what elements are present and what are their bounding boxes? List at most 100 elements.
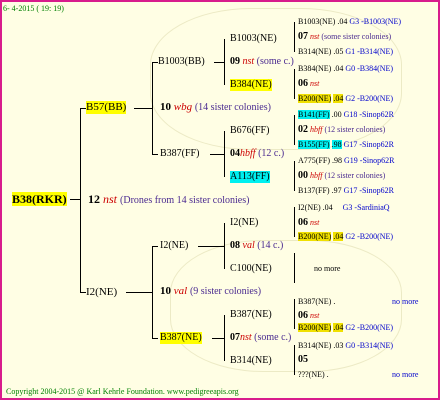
l4-code: G3 -SardiniaQ (342, 203, 390, 212)
l3c-name[interactable]: B676(FF) (230, 125, 269, 137)
l2b-note: (12 c.) (258, 148, 285, 159)
l4-gen: 06 (298, 310, 308, 321)
l4-value: .00 (331, 110, 342, 119)
l2b-mark: hbff (240, 148, 256, 159)
l4-value: . (326, 370, 329, 379)
l4-note: (12 sister colonies) (324, 125, 386, 134)
l1-lower-name[interactable]: I2(NE) (86, 286, 117, 298)
l4-note: (some sister colonies) (321, 32, 392, 41)
bracket-l3f (294, 253, 295, 283)
l2c-gen: 08 (230, 240, 240, 251)
bracket-l3g (294, 299, 295, 329)
l4-name[interactable]: B387(NE) (298, 297, 331, 306)
l4-value: .04 (333, 323, 344, 332)
l3f-name[interactable]: C100(NE) (230, 263, 272, 275)
l4-name[interactable]: B200(NE) (298, 232, 332, 241)
l3g-name[interactable]: B387(NE) (230, 309, 272, 321)
l4-gen: 06 (298, 78, 308, 89)
l2d-note: (some c.) (254, 332, 292, 343)
l4-gen-mark: nst (310, 311, 320, 320)
l4-name[interactable]: B1003(NE) (298, 17, 335, 26)
bracket-i2 (152, 246, 153, 338)
l4-name[interactable]: B384(NE) (298, 64, 331, 73)
l4-value: .98 (331, 140, 342, 149)
l4-value: . (333, 297, 336, 306)
l4-value: .04 (333, 94, 344, 103)
l4-name[interactable]: A775(FF) (298, 156, 330, 165)
l4-gen: 02 (298, 124, 308, 135)
l1-upper-name[interactable]: B57(BB) (86, 101, 127, 114)
bracket-l2d (224, 315, 225, 361)
l1-lower-mark: val (173, 285, 188, 297)
bracket-l2a (224, 39, 225, 85)
l2d-name[interactable]: B387(NE) (160, 332, 202, 344)
l4-code: G0 -B314(NE) (345, 341, 394, 350)
l4-gen-mark: hbff (310, 125, 323, 134)
l4-gen: 06 (298, 217, 308, 228)
root-bracket (80, 108, 81, 292)
bracket-l3b (294, 69, 295, 99)
connector (198, 246, 224, 247)
l4-code: G17 -Sinop62R (343, 140, 395, 149)
l4-name[interactable]: B137(FF) (298, 186, 330, 195)
root-note: (Drones from 14 sister colonies) (120, 195, 250, 206)
l2b-name[interactable]: B387(FF) (160, 148, 199, 160)
l4-code: G18 -Sinop62R (343, 110, 395, 119)
bracket-l3d (294, 161, 295, 191)
l4-code: G1 -B314(NE) (345, 47, 394, 56)
l4-value: .04 (322, 203, 333, 212)
bracket-b57 (152, 62, 153, 154)
root-gen: 12 (88, 192, 100, 206)
bracket-l3a (294, 22, 295, 52)
l2d-mark: nst (240, 332, 252, 343)
connector (134, 108, 152, 109)
l4-value: .98 (332, 156, 343, 165)
l2d-gen: 07 (230, 332, 240, 343)
l4-gen: 00 (298, 170, 308, 181)
connector (152, 246, 158, 247)
l3d-name[interactable]: A113(FF) (230, 171, 270, 183)
connector (152, 338, 158, 339)
connector (214, 62, 224, 63)
connector (126, 292, 152, 293)
l4-name[interactable]: I2(NE) (298, 203, 321, 212)
root-queen[interactable]: B38(RKR) (12, 192, 67, 206)
l4-value: .04 (333, 232, 344, 241)
l4-value: .03 (333, 341, 344, 350)
l3h-name[interactable]: B314(NE) (230, 355, 272, 367)
footer-copyright: Copyright 2004-2015 @ Karl Kehrle Founda… (6, 387, 239, 396)
l4-gen-mark: nst (310, 218, 320, 227)
l4-gen: 05 (298, 354, 308, 365)
l4-value: .97 (331, 186, 342, 195)
l2a-note: (some c.) (256, 56, 294, 67)
watermark-shape (170, 240, 402, 372)
l2a-gen: 09 (230, 56, 240, 67)
l4-gen-mark: nst (310, 79, 320, 88)
l4-name[interactable]: B314(NE) (298, 341, 331, 350)
l2c-note: (14 c.) (257, 240, 284, 251)
l4-name[interactable]: B314(NE) (298, 47, 331, 56)
l4-name[interactable]: ???(NE) (298, 370, 325, 379)
l3a-name[interactable]: B1003(NE) (230, 33, 277, 45)
l4-name[interactable]: B155(FF) (298, 140, 330, 149)
l1-upper-mark: wbg (173, 101, 193, 113)
bracket-l3e (294, 207, 295, 237)
connector (70, 199, 80, 200)
l4-name[interactable]: B141(FF) (298, 110, 330, 119)
l4-value: .04 (337, 17, 348, 26)
l1-upper-note: (14 sister colonies) (194, 102, 271, 113)
l2a-name[interactable]: B1003(BB) (158, 56, 205, 68)
connector (152, 154, 158, 155)
l3b-name[interactable]: B384(NE) (230, 79, 272, 91)
root-gen-mark: nst (103, 192, 118, 206)
l2c-name[interactable]: I2(NE) (160, 240, 188, 252)
date-stamp: 6- 4-2015 ( 19: 19) (3, 4, 64, 13)
l4-gen-mark: hbff (310, 171, 323, 180)
l3e-name[interactable]: I2(NE) (230, 217, 258, 229)
l4-name[interactable]: B200(NE) (298, 94, 332, 103)
l4-no-more: no more (314, 264, 341, 273)
l4-code: no more (392, 370, 419, 379)
l4-value: .04 (333, 64, 344, 73)
l2c-mark: val (242, 240, 255, 251)
l4-name[interactable]: B200(NE) (298, 323, 332, 332)
